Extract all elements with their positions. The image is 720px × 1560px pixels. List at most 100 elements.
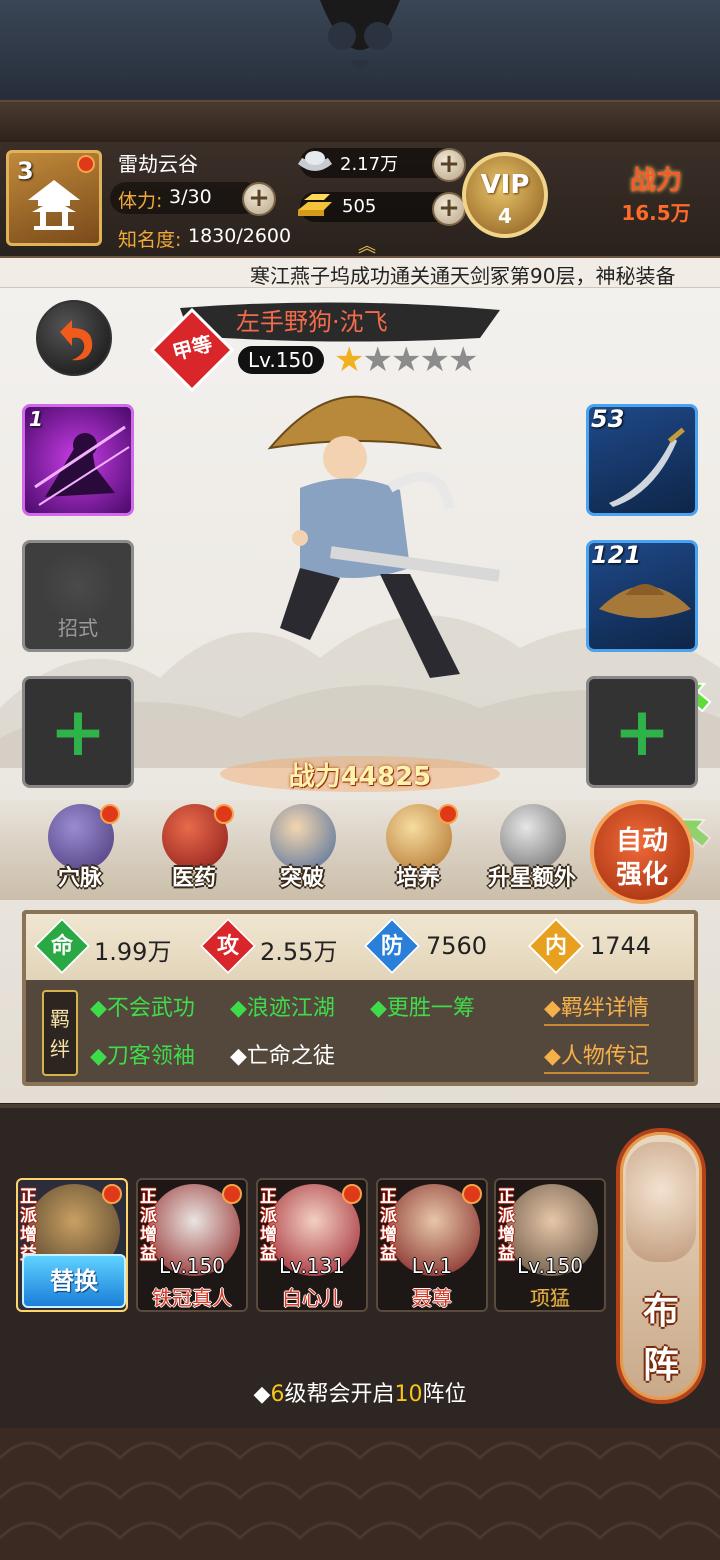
hero-power-banner: 战力44825: [210, 748, 510, 796]
back-arrow-icon: [60, 320, 93, 361]
guild-unlock-note: ◆6级帮会开启10阵位: [0, 1376, 720, 1408]
hero-stars: ★★★★★: [334, 340, 478, 380]
star-up-button[interactable]: 升星额外: [480, 804, 584, 900]
silver-value: 2.17万: [340, 154, 399, 175]
add-silver-button[interactable]: +: [432, 148, 466, 182]
function-button-row: 穴脉 医药 突破 培养 升星额外 自动 强化: [0, 800, 720, 904]
notification-dot: [100, 804, 120, 824]
auto-enhance-line1: 自动: [615, 826, 668, 856]
faction-badge: 正派增益: [140, 1187, 157, 1264]
formation-button[interactable]: 布 阵: [616, 1128, 706, 1404]
roof-beam: [0, 100, 720, 142]
notification-dot: [462, 1184, 482, 1204]
star-filled-icon: ★: [334, 340, 365, 380]
medicine-button[interactable]: 医药: [146, 804, 242, 900]
faction-badge: 正派增益: [20, 1187, 37, 1264]
star-empty-icon: ★: [419, 340, 450, 380]
vip-badge[interactable]: VIP 4: [462, 152, 548, 238]
hat-slot[interactable]: 121: [586, 540, 698, 652]
inner-power-char: 内: [544, 934, 567, 959]
team-member-current[interactable]: 正派增益 替换: [16, 1178, 128, 1312]
bond-item: ◆亡命之徒: [230, 1044, 335, 1069]
add-gold-button[interactable]: +: [432, 192, 466, 226]
fame-value: 1830/2600: [188, 225, 292, 247]
breakthrough-button[interactable]: 突破: [254, 804, 350, 900]
total-power-label: 战力: [629, 166, 682, 196]
character-bio-link[interactable]: ◆人物传记: [544, 1038, 649, 1074]
add-left-slot-button[interactable]: +: [22, 676, 134, 788]
add-right-slot-button[interactable]: +: [586, 676, 698, 788]
team-member[interactable]: 正派增益 Lv.131 白心儿: [256, 1178, 368, 1312]
weapon-slot[interactable]: 53: [586, 404, 698, 516]
star-empty-icon: ★: [362, 340, 393, 380]
attack-char: 攻: [216, 934, 239, 959]
pavilion-icon: [28, 180, 80, 230]
breakthrough-label: 突破: [279, 866, 324, 891]
swap-button[interactable]: 替换: [22, 1254, 126, 1308]
total-power[interactable]: 战力 16.5万: [596, 160, 716, 226]
attack-value: 2.55万: [260, 938, 338, 966]
member-name: 聂尊: [412, 1286, 452, 1310]
stamina-value: 3/30: [169, 186, 212, 208]
star-empty-icon: ★: [390, 340, 422, 380]
plus-icon: +: [49, 693, 107, 772]
team-member[interactable]: 正派增益 Lv.150 项猛: [494, 1178, 606, 1312]
member-name: 项猛: [530, 1286, 570, 1310]
gold-bars-icon: [298, 194, 332, 216]
hero-detail-area: 甲等 左手野狗·沈飞 Lv.150 ★★★★★ 1 招式 + 53 121 + …: [0, 288, 720, 1103]
player-level-badge[interactable]: 3: [6, 150, 102, 246]
roof-ornament: [320, 0, 400, 70]
announcement-text: 寒江燕子坞成功通关通天剑冢第90层，神秘装备: [250, 264, 676, 288]
faction-badge: 正派增益: [498, 1187, 515, 1264]
attribute-row: 命 1.99万 攻 2.55万 防 7560 内 1744: [26, 914, 694, 980]
vip-level: 4: [498, 204, 512, 228]
plus-icon: +: [613, 693, 671, 772]
move-label: 招式: [58, 616, 98, 640]
member-level: Lv.150: [159, 1254, 225, 1278]
move-placeholder: [39, 553, 117, 619]
roof-header: [0, 0, 720, 142]
hero-power-value: 战力44825: [288, 762, 432, 792]
hp-char: 命: [50, 934, 73, 959]
bond-details-link[interactable]: ◆羁绊详情: [544, 990, 649, 1026]
member-level: Lv.150: [517, 1254, 583, 1278]
hat-level: 121: [591, 541, 642, 569]
defense-char: 防: [380, 934, 403, 959]
guild-note-level: 6: [270, 1382, 285, 1407]
chevron-up-icon[interactable]: ︽: [350, 232, 384, 257]
defense-value: 7560: [426, 932, 488, 960]
stats-panel: 命 1.99万 攻 2.55万 防 7560 内 1744 羁 绊 ◆不会武功 …: [22, 910, 698, 1086]
player-info-bar: 3 雷劫云谷 体力: 3/30 + 知名度: 1830/2600 2.17万 +…: [0, 142, 720, 258]
member-name: 铁冠真人: [152, 1286, 232, 1310]
move-slot[interactable]: 招式: [22, 540, 134, 652]
auto-enhance-button[interactable]: 自动 强化: [590, 800, 694, 904]
bond-item: ◆刀客领袖: [90, 1044, 195, 1069]
member-level: Lv.1: [411, 1254, 453, 1278]
bond-area: 羁 绊 ◆不会武功 ◆浪迹江湖 ◆更胜一筹 ◆刀客领袖 ◆亡命之徒 ◆羁绊详情 …: [26, 980, 694, 1082]
bond-item: ◆不会武功: [90, 996, 195, 1021]
back-button[interactable]: [36, 300, 112, 376]
guild-note-text: 级帮会开启: [284, 1382, 395, 1407]
meridian-label: 穴脉: [57, 866, 102, 891]
guild-note-slots: 10: [394, 1382, 423, 1407]
bond-tag-char: 羁: [50, 1007, 70, 1031]
auto-enhance-line2: 强化: [615, 860, 668, 890]
bond-item: ◆更胜一筹: [370, 996, 475, 1021]
star-up-label: 升星额外: [487, 866, 576, 891]
team-member[interactable]: 正派增益 Lv.150 铁冠真人: [136, 1178, 248, 1312]
formation-art: [626, 1142, 696, 1262]
add-stamina-button[interactable]: +: [242, 182, 276, 216]
skill-slot[interactable]: 1: [22, 404, 134, 516]
inner-power-value: 1744: [590, 932, 652, 960]
medicine-label: 医药: [171, 866, 216, 891]
notification-dot: [214, 804, 234, 824]
cultivate-button[interactable]: 培养: [370, 804, 466, 900]
wave-pattern: [0, 1441, 720, 1541]
notification-dot: [342, 1184, 362, 1204]
team-member[interactable]: 正派增益 Lv.1 聂尊: [376, 1178, 488, 1312]
faction-badge: 正派增益: [380, 1187, 397, 1264]
formation-label-1: 布: [642, 1291, 679, 1332]
bond-tag-char: 绊: [50, 1037, 70, 1061]
meridian-button[interactable]: 穴脉: [32, 804, 128, 900]
notification-dot: [102, 1184, 122, 1204]
